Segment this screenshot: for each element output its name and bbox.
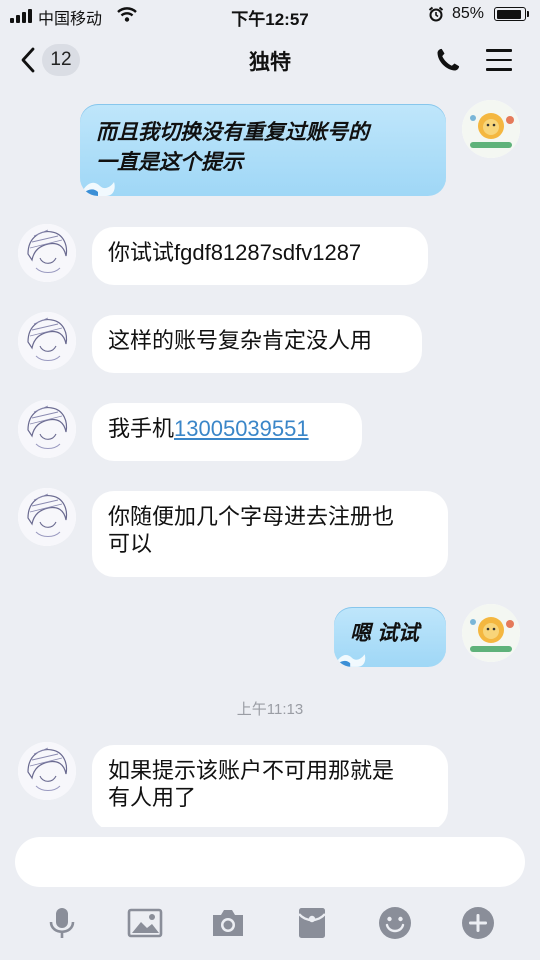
message-bubble-peer[interactable]: 我手机13005039551 — [92, 403, 362, 461]
peer-avatar[interactable] — [18, 400, 76, 458]
peer-avatar[interactable] — [18, 224, 76, 282]
phone-number-link[interactable]: 13005039551 — [174, 416, 309, 441]
message-bubble-self[interactable]: 而且我切换没有重复过账号的 一直是这个提示 — [80, 104, 446, 196]
message-text: 一直是这个提示 — [96, 151, 243, 174]
peer-avatar[interactable] — [18, 488, 76, 546]
toolbar — [0, 905, 540, 945]
camera-icon[interactable] — [210, 905, 246, 941]
message-text: 可以 — [108, 531, 153, 556]
message-text: 你随便加几个字母进去注册也 — [108, 504, 395, 529]
self-avatar[interactable] — [462, 604, 520, 662]
message-timestamp: 上午11:13 — [236, 701, 304, 718]
message-bubble-peer[interactable]: 你试试fgdf81287sdfv1287 — [92, 227, 428, 285]
message-bubble-self[interactable]: 嗯 试试 — [334, 607, 446, 667]
message-text: 这样的账号复杂肯定没人用 — [108, 328, 373, 353]
message-text: 如果提示该账户不可用那就是 — [108, 758, 395, 783]
plus-icon[interactable] — [460, 905, 496, 941]
peer-avatar[interactable] — [18, 312, 76, 370]
peer-avatar[interactable] — [18, 742, 76, 800]
input-area — [0, 827, 540, 960]
self-avatar[interactable] — [462, 100, 520, 158]
phone-icon[interactable] — [434, 46, 462, 79]
message-bubble-peer[interactable]: 你随便加几个字母进去注册也 可以 — [92, 491, 448, 577]
message-bubble-peer[interactable]: 这样的账号复杂肯定没人用 — [92, 315, 422, 373]
message-text: 嗯 试试 — [350, 622, 419, 645]
microphone-icon[interactable] — [44, 905, 80, 941]
message-text: 有人用了 — [108, 785, 197, 810]
battery-percent: 85% — [452, 5, 485, 22]
nav-bar: 12 独特 — [0, 30, 540, 90]
message-text: 我手机 — [108, 416, 175, 441]
message-text: 你试试fgdf81287sdfv1287 — [108, 240, 362, 265]
message-bubble-peer[interactable]: 如果提示该账户不可用那就是 有人用了 — [92, 745, 448, 827]
status-bar: 中国移动 下午12:57 85% — [0, 0, 540, 30]
message-text: 而且我切换没有重复过账号的 — [96, 121, 369, 144]
battery-icon — [494, 7, 526, 21]
menu-icon[interactable] — [486, 49, 512, 78]
emoji-icon[interactable] — [377, 905, 413, 941]
image-icon[interactable] — [127, 905, 163, 941]
chat-area[interactable]: 而且我切换没有重复过账号的 一直是这个提示 你试试fgdf81287sdfv12… — [0, 92, 540, 827]
alarm-icon — [428, 6, 444, 27]
red-packet-icon[interactable] — [294, 905, 330, 941]
message-input[interactable] — [15, 837, 525, 887]
